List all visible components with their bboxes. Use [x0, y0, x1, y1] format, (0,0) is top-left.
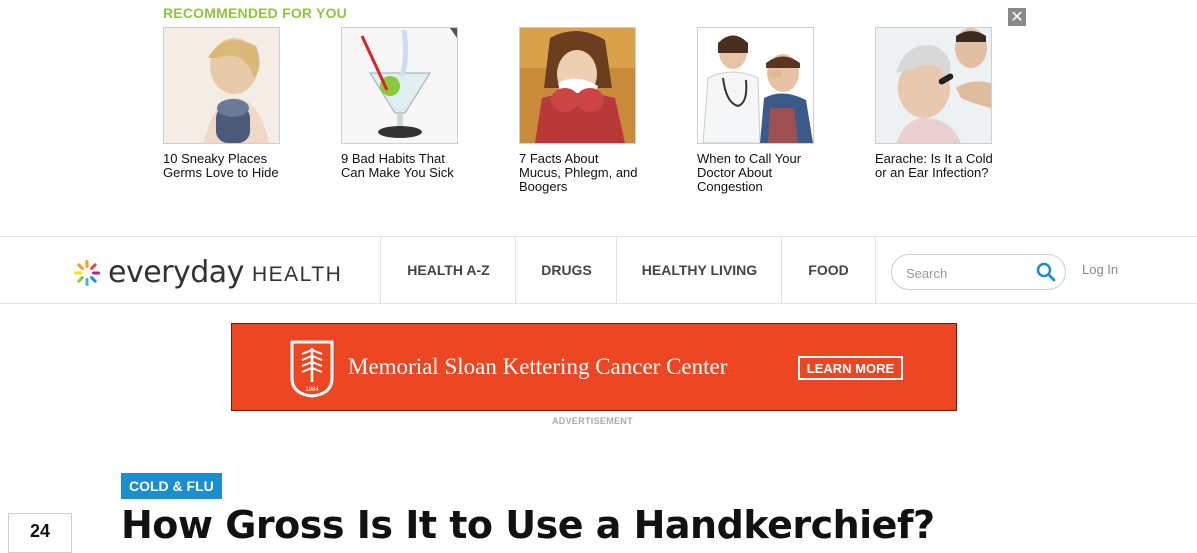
- recommended-heading: RECOMMENDED FOR YOU: [163, 5, 347, 21]
- starburst-logo-icon: [74, 259, 100, 286]
- category-tag[interactable]: COLD & FLU: [121, 473, 222, 499]
- nav-drugs[interactable]: DRUGS: [515, 237, 617, 303]
- recommended-item-caption[interactable]: When to Call Your Doctor About Congestio…: [697, 152, 817, 194]
- advertisement-banner[interactable]: 1884 Memorial Sloan Kettering Cancer Cen…: [231, 323, 957, 411]
- search-icon[interactable]: [1036, 262, 1056, 282]
- logo-wordmark: everyday: [108, 255, 244, 290]
- msk-logo-icon: 1884: [290, 340, 334, 398]
- recommended-item-caption[interactable]: 10 Sneaky Places Germs Love to Hide: [163, 152, 283, 180]
- ad-advertiser-name: Memorial Sloan Kettering Cancer Center: [348, 354, 728, 379]
- cocktail-glass-photo[interactable]: [341, 27, 458, 144]
- recommended-item[interactable]: 9 Bad Habits That Can Make You Sick: [341, 27, 481, 180]
- recommended-item[interactable]: When to Call Your Doctor About Congestio…: [697, 27, 837, 194]
- woman-microphone-photo[interactable]: [163, 27, 280, 144]
- recommended-item[interactable]: Earache: Is It a Cold or an Ear Infectio…: [875, 27, 1015, 180]
- recommended-item-caption[interactable]: Earache: Is It a Cold or an Ear Infectio…: [875, 152, 995, 180]
- recommended-item[interactable]: 7 Facts About Mucus, Phlegm, and Boogers: [519, 27, 659, 194]
- advertisement-label: ADVERTISEMENT: [552, 416, 633, 426]
- nav-food[interactable]: FOOD: [781, 237, 876, 303]
- woman-sneezing-photo[interactable]: [519, 27, 636, 144]
- ad-logo-year: 1884: [305, 387, 319, 393]
- logo-health-text: HEALTH: [251, 262, 343, 286]
- site-logo[interactable]: everyday HEALTH: [72, 255, 342, 290]
- site-header: everyday HEALTH HEALTH A-Z DRUGS HEALTHY…: [0, 236, 1197, 304]
- search-input[interactable]: [904, 263, 1033, 283]
- login-link[interactable]: Log In: [1082, 262, 1118, 277]
- nav-healthy-living[interactable]: HEALTHY LIVING: [616, 237, 782, 303]
- share-count[interactable]: 24: [8, 513, 72, 553]
- recommended-item[interactable]: 10 Sneaky Places Germs Love to Hide: [163, 27, 303, 180]
- search-box: [891, 254, 1066, 290]
- close-icon[interactable]: ✕: [1008, 8, 1026, 26]
- recommended-item-caption[interactable]: 7 Facts About Mucus, Phlegm, and Boogers: [519, 152, 639, 194]
- nav-health-a-z[interactable]: HEALTH A-Z: [380, 237, 516, 303]
- learn-more-button[interactable]: LEARN MORE: [798, 356, 903, 380]
- recommended-item-caption[interactable]: 9 Bad Habits That Can Make You Sick: [341, 152, 461, 180]
- ear-exam-photo[interactable]: [875, 27, 992, 144]
- article-title: How Gross Is It to Use a Handkerchief?: [121, 503, 935, 547]
- doctor-patient-photo[interactable]: [697, 27, 814, 144]
